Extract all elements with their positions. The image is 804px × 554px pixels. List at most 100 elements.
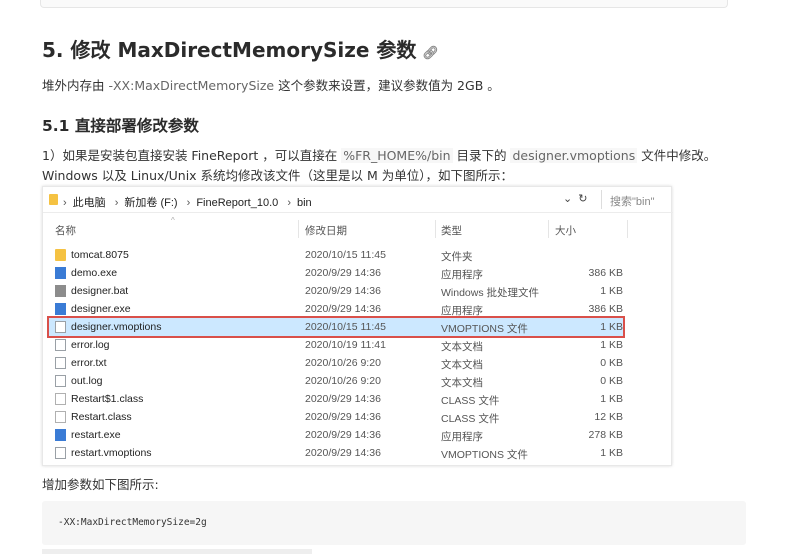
folder-icon — [49, 194, 58, 205]
column-date: 修改日期 — [305, 225, 347, 237]
class-file-icon — [55, 411, 66, 423]
file-date: 2020/9/29 14:36 — [305, 393, 381, 405]
column-type: 类型 — [441, 225, 462, 237]
previous-code-block-edge — [40, 0, 728, 8]
file-row: demo.exe 2020/9/29 14:36 应用程序 386 KB — [49, 264, 623, 282]
file-name: demo.exe — [71, 267, 118, 279]
breadcrumb-item: 新加卷 (F:) — [124, 197, 178, 209]
file-type: 应用程序 — [441, 269, 483, 281]
description-suffix: 这个参数来设置，建议参数值为 2GB 。 — [274, 78, 500, 93]
file-size: 386 KB — [588, 303, 623, 315]
exe-icon — [55, 303, 66, 315]
chevron-right-icon: › — [287, 197, 291, 209]
refresh-icon: ↻ — [578, 193, 588, 205]
file-size: 12 KB — [594, 411, 623, 423]
subsection-heading: 5.1 直接部署修改参数 — [42, 117, 199, 135]
file-type: 文本文档 — [441, 341, 483, 353]
file-row: restart.vmoptions 2020/9/29 14:36 VMOPTION… — [49, 444, 623, 462]
file-size: 1 KB — [600, 339, 623, 351]
file-name: restart.vmoptions — [71, 447, 152, 459]
chevron-right-icon: › — [63, 197, 67, 209]
column-size: 大小 — [555, 225, 576, 237]
file-row: Restart$1.class 2020/9/29 14:36 CLASS 文件 1 … — [49, 390, 623, 408]
file-size: 1 KB — [600, 447, 623, 459]
file-date: 2020/10/26 9:20 — [305, 375, 381, 387]
file-row: tomcat.8075 2020/10/15 11:45 文件夹 — [49, 246, 623, 264]
file-name: error.txt — [71, 357, 107, 369]
exe-icon — [55, 429, 66, 441]
document-icon — [55, 375, 66, 387]
file-row: error.log 2020/10/19 11:41 文本文档 1 KB — [49, 336, 623, 354]
file-type: 应用程序 — [441, 305, 483, 317]
file-date: 2020/9/29 14:36 — [305, 447, 381, 459]
file-size: 0 KB — [600, 375, 623, 387]
file-size: 1 KB — [600, 285, 623, 297]
file-name: restart.exe — [71, 429, 121, 441]
file-type: VMOPTIONS 文件 — [441, 323, 528, 335]
file-name: Restart.class — [71, 411, 132, 423]
file-date: 2020/10/26 9:20 — [305, 357, 381, 369]
file-size: 0 KB — [600, 357, 623, 369]
file-type: 文本文档 — [441, 359, 483, 371]
paragraph-text-1: 1）如果是安装包直接安装 FineReport ，可以直接在 — [42, 148, 342, 163]
column-divider — [548, 220, 549, 238]
file-size: 386 KB — [588, 267, 623, 279]
file-type: 应用程序 — [441, 431, 483, 443]
file-date: 2020/10/19 11:41 — [305, 339, 386, 351]
file-row: designer.exe 2020/9/29 14:36 应用程序 386 KB — [49, 300, 623, 318]
breadcrumb-item: bin — [297, 197, 312, 209]
chevron-down-icon: ⌄ — [563, 193, 573, 205]
document-icon — [55, 321, 66, 333]
file-date: 2020/9/29 14:36 — [305, 285, 381, 297]
file-row-selected: designer.vmoptions 2020/10/15 11:45 VMOPTI… — [47, 316, 625, 338]
file-date: 2020/9/29 14:36 — [305, 267, 381, 279]
exe-icon — [55, 267, 66, 279]
file-name: designer.vmoptions — [71, 321, 162, 333]
file-type: CLASS 文件 — [441, 395, 500, 407]
file-name: Restart$1.class — [71, 393, 144, 405]
column-divider — [435, 220, 436, 238]
file-type: 文本文档 — [441, 377, 483, 389]
file-name: tomcat.8075 — [71, 249, 129, 261]
file-name: designer.bat — [71, 285, 129, 297]
file-row: restart.exe 2020/9/29 14:36 应用程序 278 KB — [49, 426, 623, 444]
folder-icon — [55, 249, 66, 261]
address-bar: › 此电脑 › 新加卷 (F:) › FineReport_10.0 › bin ⌄ ↻ … — [43, 187, 673, 213]
section-heading: 5. 修改 MaxDirectMemorySize 参数 🔗︎ — [42, 34, 439, 63]
file-size: 1 KB — [600, 321, 623, 333]
file-type: CLASS 文件 — [441, 413, 500, 425]
file-date: 2020/9/29 14:36 — [305, 303, 381, 315]
paragraph-text-2: 目录下的 — [452, 148, 511, 163]
breadcrumb-item: FineReport_10.0 — [196, 197, 279, 209]
file-name: error.log — [71, 339, 110, 351]
column-header: ^ 名称 修改日期 类型 大小 — [43, 216, 673, 238]
file-date: 2020/9/29 14:36 — [305, 429, 381, 441]
column-name: 名称 — [55, 225, 76, 237]
file-type: 文件夹 — [441, 251, 473, 263]
next-block-edge — [42, 549, 312, 554]
inline-code-parameter: -XX:MaxDirectMemorySize — [108, 78, 275, 93]
file-size: 1 KB — [600, 393, 623, 405]
file-name: designer.exe — [71, 303, 131, 315]
subsection-paragraph: 1）如果是安装包直接安装 FineReport ，可以直接在 %FR_HOME%… — [42, 146, 754, 186]
address-controls: ⌄ ↻ — [563, 192, 593, 205]
inline-code-filename: designer.vmoptions — [510, 148, 638, 163]
chevron-right-icon: › — [114, 197, 119, 209]
document-icon — [55, 339, 66, 351]
file-explorer-screenshot: › 此电脑 › 新加卷 (F:) › FineReport_10.0 › bin ⌄ ↻ … — [42, 186, 673, 466]
file-row: designer.bat 2020/9/29 14:36 Windows 批处理文件… — [49, 282, 623, 300]
file-type: Windows 批处理文件 — [441, 287, 540, 299]
file-date: 2020/10/15 11:45 — [305, 249, 386, 261]
column-divider — [627, 220, 628, 238]
breadcrumb: › 此电脑 › 新加卷 (F:) › FineReport_10.0 › bin — [63, 194, 318, 210]
file-type: VMOPTIONS 文件 — [441, 449, 528, 461]
link-icon[interactable]: 🔗︎ — [422, 46, 439, 61]
file-name: out.log — [71, 375, 103, 387]
document-icon — [55, 357, 66, 369]
file-date: 2020/10/15 11:45 — [305, 321, 386, 333]
file-row: Restart.class 2020/9/29 14:36 CLASS 文件 12 K… — [49, 408, 623, 426]
inline-code-path: %FR_HOME%/bin — [341, 148, 453, 163]
breadcrumb-item: 此电脑 — [72, 197, 106, 209]
column-divider — [298, 220, 299, 238]
code-content: -XX:MaxDirectMemorySize=2g — [58, 517, 207, 528]
